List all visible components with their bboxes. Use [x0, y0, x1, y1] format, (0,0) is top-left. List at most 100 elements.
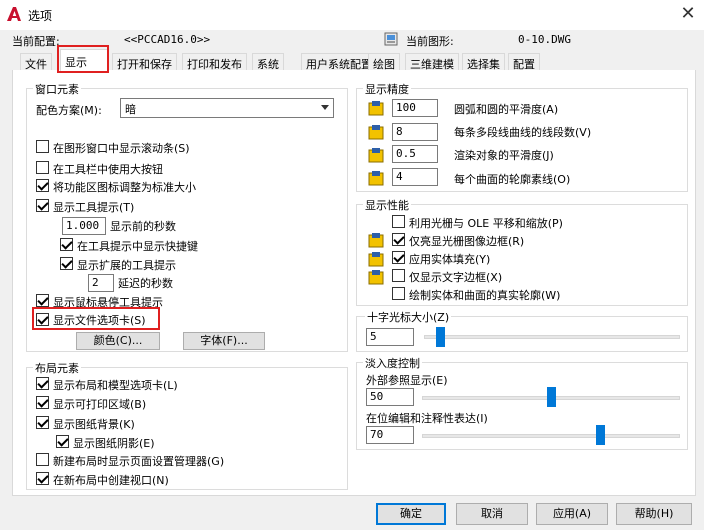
fonts-button[interactable]: 字体(F)...: [183, 332, 265, 350]
tooltip-delay-label: 显示前的秒数: [110, 220, 176, 233]
help-button[interactable]: 帮助(H): [616, 503, 692, 525]
layout-elements-title: 布局元素: [33, 360, 81, 376]
color-scheme-dropdown[interactable]: 暗: [120, 98, 334, 118]
paper-background-checkbox[interactable]: [36, 416, 49, 429]
rendered-smoothness-input[interactable]: 0.5: [392, 145, 438, 163]
show-tooltips-label: 显示工具提示(T): [53, 201, 135, 214]
crosshair-slider-track[interactable]: [424, 335, 680, 339]
layout-model-tabs-checkbox[interactable]: [36, 377, 49, 390]
page-setup-manager-checkbox[interactable]: [36, 453, 49, 466]
drawing-saved-icon: [368, 171, 384, 186]
colors-button[interactable]: 颜色(C)...: [76, 332, 160, 350]
text-frame-label: 仅显示文字边框(X): [409, 271, 503, 284]
large-buttons-checkbox[interactable]: [36, 161, 49, 174]
drawing-saved-icon: [368, 233, 384, 248]
current-drawing-label: 当前图形:: [406, 35, 454, 48]
inplace-fade-slider-thumb[interactable]: [596, 425, 606, 445]
chevron-down-icon: [321, 105, 329, 110]
paper-background-label: 显示图纸背景(K): [53, 418, 135, 431]
raster-frame-checkbox[interactable]: [392, 233, 405, 246]
inplace-fade-slider-track[interactable]: [422, 434, 680, 438]
create-viewport-label: 在新布局中创建视口(N): [53, 474, 169, 487]
arc-smoothness-input[interactable]: 100: [392, 99, 438, 117]
tab-3d-modeling[interactable]: 三维建模: [405, 53, 459, 71]
solid-fill-label: 应用实体填充(Y): [409, 253, 491, 266]
raster-ole-label: 利用光栅与 OLE 平移和缩放(P): [409, 217, 563, 230]
show-tooltips-checkbox[interactable]: [36, 199, 49, 212]
autocad-logo-icon: [7, 7, 21, 21]
color-scheme-label: 配色方案(M):: [36, 104, 102, 117]
layout-model-tabs-label: 显示布局和模型选项卡(L): [53, 379, 178, 392]
xref-fade-slider-thumb[interactable]: [546, 387, 556, 407]
polyline-segments-input[interactable]: 8: [392, 123, 438, 141]
contour-lines-input[interactable]: 4: [392, 168, 438, 186]
tab-drafting[interactable]: 绘图: [368, 53, 400, 71]
file-tabs-highlight: [32, 307, 160, 330]
window-title: 选项: [28, 9, 53, 23]
show-extended-label: 显示扩展的工具提示: [77, 259, 176, 272]
crosshair-slider-thumb[interactable]: [436, 327, 446, 347]
drawing-saved-icon: [368, 148, 384, 163]
scrollbars-checkbox[interactable]: [36, 140, 49, 153]
true-silhouettes-label: 绘制实体和曲面的真实轮廓(W): [409, 289, 561, 302]
paper-shadow-label: 显示图纸阴影(E): [73, 437, 155, 450]
inplace-fade-label: 在位编辑和注释性表达(I): [366, 412, 488, 425]
apply-button[interactable]: 应用(A): [536, 503, 608, 525]
solid-fill-checkbox[interactable]: [392, 251, 405, 264]
crosshair-size-input[interactable]: 5: [366, 328, 414, 346]
scrollbars-label: 在图形窗口中显示滚动条(S): [53, 142, 190, 155]
show-extended-checkbox[interactable]: [60, 257, 73, 270]
crosshair-size-title: 十字光标大小(Z): [365, 309, 452, 325]
tab-selection[interactable]: 选择集: [462, 53, 505, 71]
paper-shadow-checkbox[interactable]: [56, 435, 69, 448]
printable-area-checkbox[interactable]: [36, 396, 49, 409]
color-scheme-value: 暗: [125, 103, 136, 116]
tooltip-delay-input[interactable]: 1.000: [62, 217, 106, 235]
rollover-tooltips-checkbox[interactable]: [36, 294, 49, 307]
tab-user-preferences[interactable]: 用户系统配置: [301, 53, 377, 71]
ribbon-icons-checkbox[interactable]: [36, 179, 49, 192]
page-setup-manager-label: 新建布局时显示页面设置管理器(G): [53, 455, 225, 468]
tab-profiles[interactable]: 配置: [508, 53, 540, 71]
tab-files[interactable]: 文件: [20, 53, 52, 71]
fade-control-title: 淡入度控制: [363, 355, 422, 371]
text-frame-checkbox[interactable]: [392, 269, 405, 282]
rendered-smoothness-label: 渲染对象的平滑度(J): [454, 149, 554, 162]
tab-open-save[interactable]: 打开和保存: [112, 53, 177, 71]
drawing-icon: [384, 32, 398, 46]
raster-ole-checkbox[interactable]: [392, 215, 405, 228]
title-bar: 选项 ✕: [0, 0, 704, 30]
raster-frame-label: 仅亮显光栅图像边框(R): [409, 235, 525, 248]
extended-delay-label: 延迟的秒数: [118, 277, 173, 290]
large-buttons-label: 在工具栏中使用大按钮: [53, 163, 163, 176]
xref-fade-label: 外部参照显示(E): [366, 374, 448, 387]
drawing-saved-icon: [368, 270, 384, 285]
display-resolution-title: 显示精度: [363, 81, 411, 97]
current-profile-value: <<PCCAD16.0>>: [124, 33, 211, 46]
tab-system[interactable]: 系统: [252, 53, 284, 71]
create-viewport-checkbox[interactable]: [36, 472, 49, 485]
true-silhouettes-checkbox[interactable]: [392, 287, 405, 300]
show-shortcut-checkbox[interactable]: [60, 238, 73, 251]
ok-button[interactable]: 确定: [376, 503, 446, 525]
current-profile-label: 当前配置:: [12, 35, 60, 48]
contour-lines-label: 每个曲面的轮廓素线(O): [454, 173, 571, 186]
extended-delay-input[interactable]: 2: [88, 274, 114, 292]
tab-display-highlight: [57, 45, 109, 73]
show-shortcut-label: 在工具提示中显示快捷键: [77, 240, 198, 253]
ribbon-icons-label: 将功能区图标调整为标准大小: [53, 181, 196, 194]
current-drawing-value: 0-10.DWG: [518, 33, 571, 46]
printable-area-label: 显示可打印区域(B): [53, 398, 147, 411]
window-elements-title: 窗口元素: [33, 81, 81, 97]
drawing-saved-icon: [368, 125, 384, 140]
drawing-saved-icon: [368, 101, 384, 116]
tab-plot-publish[interactable]: 打印和发布: [182, 53, 247, 71]
polyline-segments-label: 每条多段线曲线的线段数(V): [454, 126, 592, 139]
cancel-button[interactable]: 取消: [456, 503, 528, 525]
close-icon[interactable]: ✕: [676, 3, 700, 25]
inplace-fade-input[interactable]: 70: [366, 426, 414, 444]
display-performance-title: 显示性能: [363, 197, 411, 213]
xref-fade-input[interactable]: 50: [366, 388, 414, 406]
arc-smoothness-label: 圆弧和圆的平滑度(A): [454, 103, 559, 116]
drawing-saved-icon: [368, 252, 384, 267]
